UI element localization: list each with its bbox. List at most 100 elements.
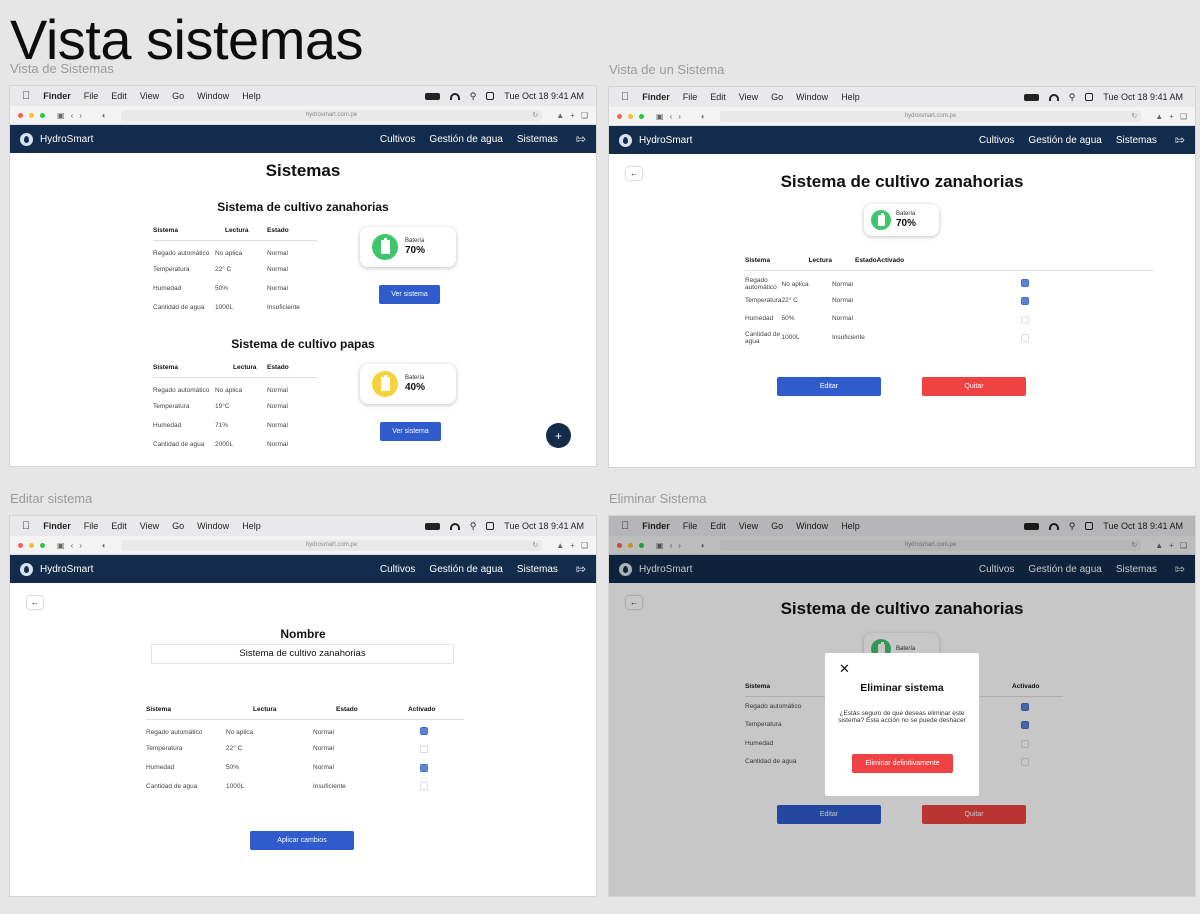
privacy-shield-icon[interactable]: ◐ <box>701 541 706 550</box>
menubar-clock[interactable]: Tue Oct 18 9:41 AM <box>1103 521 1183 531</box>
search-icon[interactable]: ⚲ <box>1069 521 1076 532</box>
water-drop-logo-icon[interactable] <box>619 133 632 147</box>
new-tab-icon[interactable]: + <box>570 111 575 120</box>
back-nav-icon[interactable]: ‹ <box>71 541 74 550</box>
sidebar-icon[interactable]: ▣ <box>656 541 664 550</box>
back-arrow-button[interactable]: ← <box>27 596 43 609</box>
nav-cultivos[interactable]: Cultivos <box>380 564 416 575</box>
menu-finder[interactable]: Finder <box>642 521 670 531</box>
logout-icon[interactable]: ⇰ <box>576 562 586 576</box>
privacy-shield-icon[interactable]: ◐ <box>701 112 706 121</box>
menu-help[interactable]: Help <box>242 91 261 101</box>
quitar-button[interactable]: Quitar <box>922 377 1026 396</box>
nav-gestion-agua[interactable]: Gestión de agua <box>429 564 502 575</box>
menu-window[interactable]: Window <box>796 92 828 102</box>
nav-cultivos[interactable]: Cultivos <box>979 135 1015 146</box>
add-system-button[interactable]: + <box>546 423 571 448</box>
menu-go[interactable]: Go <box>771 92 783 102</box>
address-bar[interactable]: hydrosmart.com.pe ↻ <box>719 539 1142 551</box>
close-window-icon[interactable] <box>617 113 622 119</box>
forward-nav-icon[interactable]: › <box>678 541 681 550</box>
logout-icon[interactable]: ⇰ <box>1175 133 1185 147</box>
forward-nav-icon[interactable]: › <box>678 112 681 121</box>
control-center-icon[interactable] <box>1085 522 1094 530</box>
battery-icon[interactable] <box>424 522 440 530</box>
brand-name[interactable]: HydroSmart <box>40 564 93 575</box>
menu-window[interactable]: Window <box>796 521 828 531</box>
battery-icon[interactable] <box>1023 522 1039 530</box>
reload-icon[interactable]: ↻ <box>1131 540 1137 551</box>
tabs-overview-icon[interactable]: ❏ <box>581 541 588 550</box>
menu-go[interactable]: Go <box>172 521 184 531</box>
menubar-clock[interactable]: Tue Oct 18 9:41 AM <box>504 91 584 101</box>
wifi-icon[interactable] <box>449 522 460 530</box>
menu-window[interactable]: Window <box>197 91 229 101</box>
share-icon[interactable]: ▲ <box>556 111 564 120</box>
nav-sistemas[interactable]: Sistemas <box>1116 135 1157 146</box>
nav-cultivos[interactable]: Cultivos <box>380 134 416 145</box>
reload-icon[interactable]: ↻ <box>1131 111 1137 122</box>
activado-checkbox[interactable] <box>420 782 428 790</box>
activado-checkbox[interactable] <box>1021 703 1029 711</box>
reload-icon[interactable]: ↻ <box>532 540 538 551</box>
sidebar-icon[interactable]: ▣ <box>656 112 664 121</box>
menu-file[interactable]: File <box>84 91 99 101</box>
menu-file[interactable]: File <box>683 92 698 102</box>
address-bar[interactable]: hydrosmart.com.pe ↻ <box>120 539 543 551</box>
ver-sistema-button[interactable]: Ver sistema <box>379 285 440 304</box>
search-icon[interactable]: ⚲ <box>470 91 477 102</box>
menu-finder[interactable]: Finder <box>43 91 71 101</box>
new-tab-icon[interactable]: + <box>570 541 575 550</box>
activado-checkbox[interactable] <box>1021 721 1029 729</box>
water-drop-logo-icon[interactable] <box>20 562 33 576</box>
menu-edit[interactable]: Edit <box>710 92 726 102</box>
share-icon[interactable]: ▲ <box>1155 541 1163 550</box>
back-nav-icon[interactable]: ‹ <box>670 112 673 121</box>
close-window-icon[interactable] <box>18 542 23 548</box>
menu-view[interactable]: View <box>140 521 159 531</box>
menu-go[interactable]: Go <box>771 521 783 531</box>
search-icon[interactable]: ⚲ <box>470 521 477 532</box>
menu-view[interactable]: View <box>739 521 758 531</box>
menu-view[interactable]: View <box>140 91 159 101</box>
menu-window[interactable]: Window <box>197 521 229 531</box>
battery-icon[interactable] <box>424 92 440 100</box>
maximize-window-icon[interactable] <box>40 112 45 118</box>
nav-gestion-agua[interactable]: Gestión de agua <box>1028 135 1101 146</box>
menu-view[interactable]: View <box>739 92 758 102</box>
wifi-icon[interactable] <box>1048 522 1059 530</box>
wifi-icon[interactable] <box>449 92 460 100</box>
menubar-clock[interactable]: Tue Oct 18 9:41 AM <box>1103 92 1183 102</box>
share-icon[interactable]: ▲ <box>556 541 564 550</box>
nombre-input[interactable]: Sistema de cultivo zanahorias <box>151 644 454 664</box>
tabs-overview-icon[interactable]: ❏ <box>1180 112 1187 121</box>
activado-checkbox[interactable] <box>1021 740 1029 748</box>
water-drop-logo-icon[interactable] <box>20 132 33 146</box>
search-icon[interactable]: ⚲ <box>1069 92 1076 103</box>
menu-help[interactable]: Help <box>242 521 261 531</box>
menu-help[interactable]: Help <box>841 521 860 531</box>
minimize-window-icon[interactable] <box>628 542 633 548</box>
nav-cultivos[interactable]: Cultivos <box>979 564 1015 575</box>
water-drop-logo-icon[interactable] <box>619 562 632 576</box>
minimize-window-icon[interactable] <box>29 542 34 548</box>
menu-go[interactable]: Go <box>172 91 184 101</box>
address-bar[interactable]: hydrosmart.com.pe ↻ <box>120 109 543 121</box>
close-window-icon[interactable] <box>18 112 23 118</box>
maximize-window-icon[interactable] <box>40 542 45 548</box>
maximize-window-icon[interactable] <box>639 542 644 548</box>
activado-checkbox[interactable] <box>1021 297 1029 305</box>
apple-icon[interactable]:  <box>22 90 30 102</box>
back-nav-icon[interactable]: ‹ <box>71 111 74 120</box>
reload-icon[interactable]: ↻ <box>532 110 538 121</box>
minimize-window-icon[interactable] <box>628 113 633 119</box>
forward-nav-icon[interactable]: › <box>79 541 82 550</box>
aplicar-cambios-button[interactable]: Aplicar cambios <box>250 831 354 850</box>
quitar-button[interactable]: Quitar <box>922 805 1026 824</box>
apple-icon[interactable]:  <box>621 520 629 532</box>
tabs-overview-icon[interactable]: ❏ <box>581 111 588 120</box>
activado-checkbox[interactable] <box>1021 316 1029 324</box>
activado-checkbox[interactable] <box>420 727 428 735</box>
forward-nav-icon[interactable]: › <box>79 111 82 120</box>
nav-sistemas[interactable]: Sistemas <box>517 134 558 145</box>
